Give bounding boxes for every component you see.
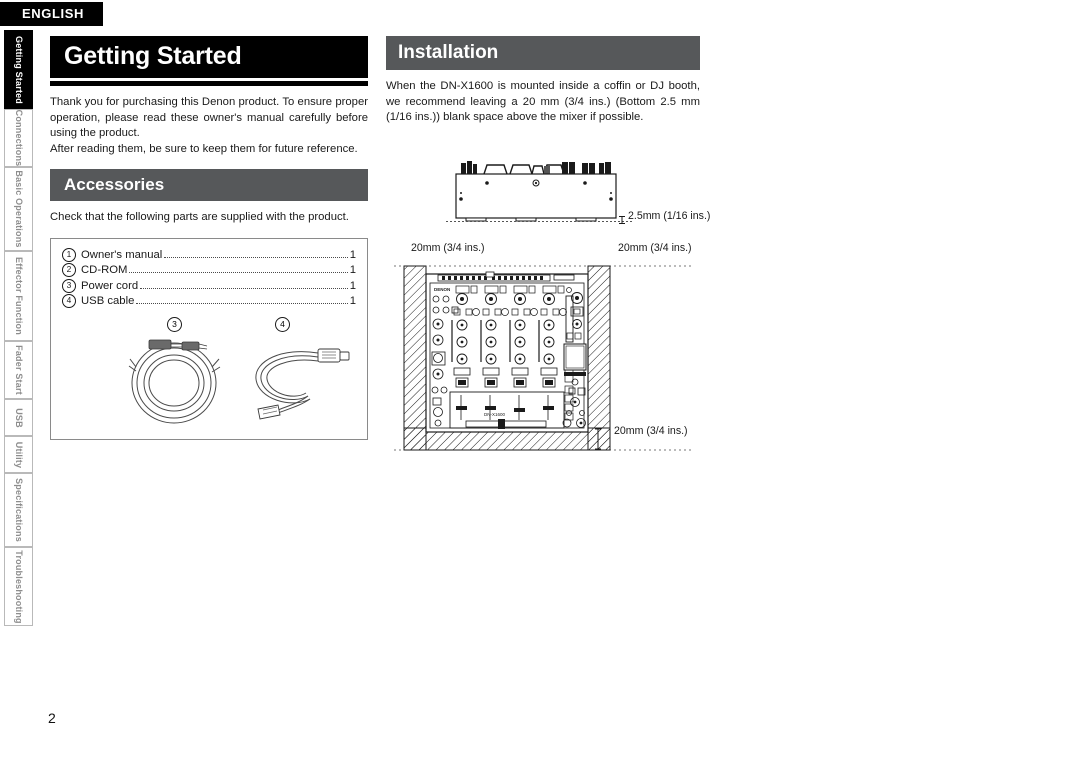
intro-text: Thank you for purchasing this Denon prod… (50, 95, 368, 157)
dimension-front-clearance: 20mm (3/4 ins.) (614, 424, 688, 437)
intro-paragraph-1: Thank you for purchasing this Denon prod… (50, 96, 368, 139)
leader-dots (164, 249, 348, 258)
accessory-row: 1 Owner's manual 1 (62, 247, 356, 264)
intro-paragraph-2: After reading them, be sure to keep them… (50, 142, 358, 155)
accessories-heading: Accessories (50, 169, 368, 201)
accessory-quantity: 1 (349, 264, 356, 277)
accessory-name: Power cord (81, 279, 139, 292)
sidebar-tab-basic-operations[interactable]: Basic Operations (4, 167, 33, 251)
sidebar-tab-effector-function[interactable]: Effector Function (4, 251, 33, 341)
accessory-row: 3 Power cord 1 (62, 278, 356, 295)
sidebar-tab-utility[interactable]: Utility (4, 436, 33, 473)
sidebar-tab-label: Effector Function (13, 257, 24, 335)
language-tab: ENGLISH (0, 2, 103, 26)
figure-number-3: 3 (167, 316, 182, 332)
accessory-number: 2 (62, 263, 76, 278)
accessory-quantity: 1 (349, 248, 356, 261)
svg-text:DENON: DENON (434, 287, 450, 292)
device-model-label: DN-X1600 (484, 412, 506, 417)
leader-dots (140, 280, 348, 289)
sidebar-tab-specifications[interactable]: Specifications (4, 473, 33, 547)
accessory-quantity: 1 (349, 279, 356, 292)
leader-dots (129, 264, 348, 274)
sidebar-tab-troubleshooting[interactable]: Troubleshooting (4, 547, 33, 626)
mixer-front-view-diagram (446, 160, 632, 224)
usb-cable-illustration (255, 348, 350, 420)
accessory-quantity: 1 (349, 295, 356, 308)
accessories-list: 1 Owner's manual 1 2 CD-ROM 1 3 Power cord 1 4 USB… (62, 247, 356, 310)
accessories-lead: Check that the following parts are suppl… (50, 211, 349, 223)
sidebar-tab-label: Utility (13, 441, 24, 468)
leader-dots (136, 295, 348, 305)
sidebar-tab-label: Getting Started (13, 35, 24, 104)
dimension-bottom-clearance: 2.5mm (1/16 ins.) (628, 209, 711, 222)
accessory-name: CD-ROM (81, 264, 128, 277)
accessory-name: USB cable (81, 295, 135, 308)
sidebar-tab-label: Troubleshooting (13, 549, 24, 624)
accessory-number: 4 (62, 294, 76, 309)
accessory-row: 4 USB cable 1 (62, 294, 356, 310)
installation-figure: 2.5mm (1/16 ins.) 20mm (3/4 ins.) 20mm (… (386, 140, 710, 450)
figure-number-4: 4 (275, 316, 290, 332)
sidebar-tab-usb[interactable]: USB (4, 399, 33, 436)
sidebar-tab-getting-started[interactable]: Getting Started (4, 30, 33, 109)
language-tab-label: ENGLISH (22, 6, 84, 21)
dimension-left-clearance: 20mm (3/4 ins.) (411, 241, 485, 254)
accessory-number: 3 (62, 278, 76, 293)
installation-heading: Installation (386, 36, 700, 70)
sidebar-tab-label: Connections (13, 109, 24, 167)
title-underline (50, 81, 368, 86)
accessory-name: Owner's manual (81, 248, 163, 261)
page-title: Getting Started (50, 36, 368, 78)
accessory-row: 2 CD-ROM 1 (62, 263, 356, 279)
sidebar-tab-connections[interactable]: Connections (4, 109, 33, 167)
installation-paragraph: When the DN-X1600 is mounted inside a co… (386, 80, 700, 123)
sidebar-tab-label: Basic Operations (13, 170, 24, 248)
accessories-figures: 3 4 (62, 316, 356, 429)
sidebar-tab-fader-start[interactable]: Fader Start (4, 341, 33, 399)
dimension-right-clearance: 20mm (3/4 ins.) (618, 241, 692, 254)
left-column: Getting Started Thank you for purchasing… (50, 36, 368, 440)
accessories-box: 1 Owner's manual 1 2 CD-ROM 1 3 Power cord 1 4 USB… (50, 237, 368, 440)
accessory-number: 1 (62, 247, 76, 262)
sidebar-tab-label: USB (13, 407, 24, 428)
power-cord-illustration (128, 339, 221, 424)
section-tab-rail: Getting Started Connections Basic Operatio… (4, 30, 33, 626)
right-column: Installation When the DN-X1600 is mounte… (386, 36, 710, 450)
sidebar-tab-label: Fader Start (13, 345, 24, 395)
sidebar-tab-label: Specifications (13, 478, 24, 542)
page-number: 2 (48, 710, 56, 726)
